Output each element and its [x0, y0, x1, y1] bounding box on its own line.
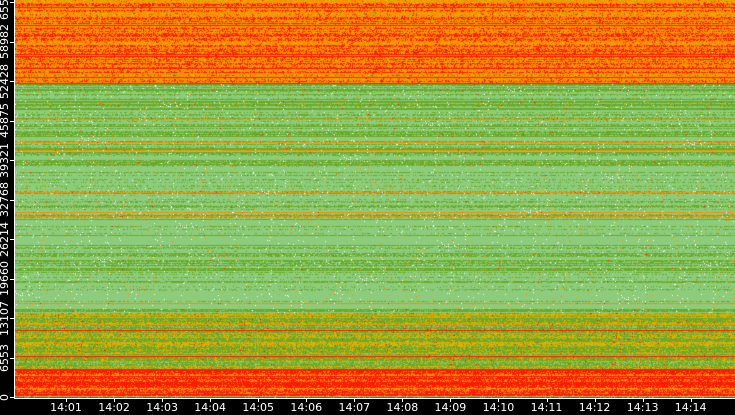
x-tick-label: 14:06 — [290, 401, 323, 414]
y-axis-line — [14, 0, 15, 399]
x-tick-label: 14:01 — [50, 401, 82, 414]
y-tick-label: 19660 — [0, 261, 11, 296]
x-tick-label: 14:04 — [194, 401, 226, 414]
x-tick-label: 14:03 — [146, 401, 178, 414]
y-tick-label: 65536 — [0, 0, 11, 20]
x-tick-label: 14:14 — [674, 401, 707, 414]
y-tick-label: 45875 — [0, 103, 11, 138]
heatmap-plot-area — [15, 0, 735, 398]
x-tick-label: 14:02 — [98, 401, 130, 414]
y-tick-label: 32768 — [0, 182, 11, 217]
x-tick-label: 14:05 — [242, 401, 275, 414]
y-tick-label: 52428 — [0, 63, 11, 99]
x-tick-label: 14:13 — [626, 401, 659, 414]
y-tick-label: 39321 — [0, 142, 11, 178]
x-tick-label: 14:07 — [338, 401, 371, 414]
y-tick-label: 58982 — [0, 24, 11, 59]
y-tick-label: 26214 — [0, 221, 11, 257]
x-tick-label: 14:11 — [530, 401, 563, 414]
x-tick-label: 14:09 — [434, 401, 467, 414]
y-tick-label: 13107 — [0, 300, 11, 336]
y-tick-label: 0 — [0, 394, 11, 401]
heatmap-cells — [15, 0, 735, 398]
x-tick-label: 14:10 — [482, 401, 515, 414]
x-tick-label: 14:08 — [386, 401, 419, 414]
y-tick-label: 6553 — [0, 343, 11, 372]
x-axis-line — [15, 398, 735, 399]
x-tick-label: 14:12 — [578, 401, 611, 414]
